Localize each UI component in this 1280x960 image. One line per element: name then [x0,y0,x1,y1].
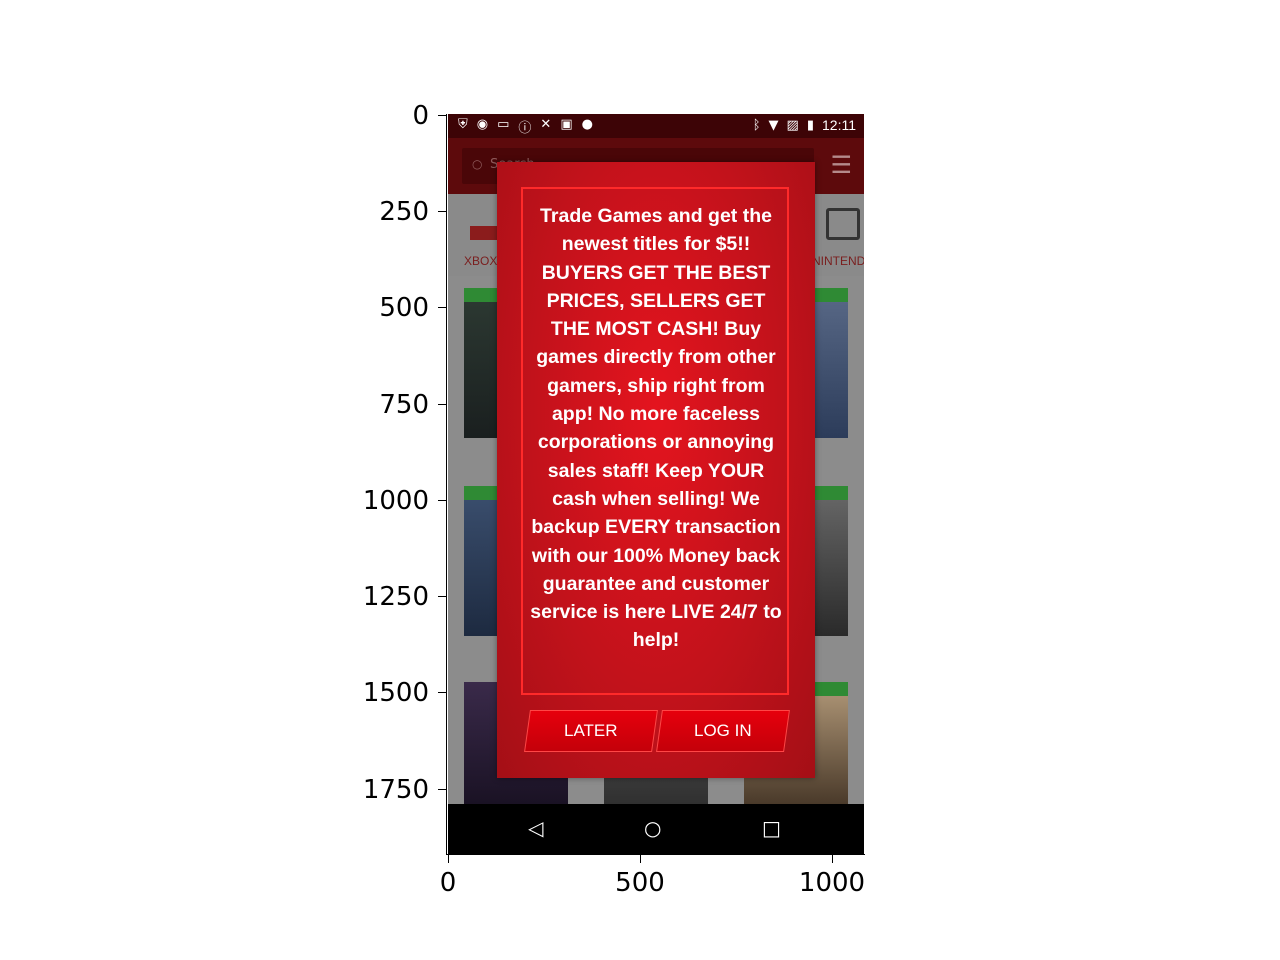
x-tick [832,855,833,863]
x-axis-line [446,854,865,855]
back-triangle-icon[interactable]: ◁ [528,814,543,842]
y-tick-label: 750 [379,390,429,420]
status-time: 12:11 [822,117,856,133]
xbox-category-icon[interactable] [470,226,500,240]
y-tick-label: 1500 [362,678,429,708]
search-icon: ○ [472,157,483,171]
category-nintendo[interactable]: NINTENDO [812,254,864,268]
navigation-bar: ◁ ○ □ [448,804,864,854]
y-tick [438,500,446,501]
home-circle-icon[interactable]: ○ [644,814,661,842]
x-tick [640,855,641,863]
y-tick-label: 500 [379,293,429,323]
y-tick [438,789,446,790]
android-icon: ● [581,117,593,132]
hamburger-icon[interactable]: ☰ [830,152,852,178]
alert-icon: ⓘ [518,121,532,136]
y-axis-line [446,114,447,855]
gamepad-icon: ◉ [476,117,489,132]
category-xbox[interactable]: XBOX [464,254,497,268]
bluetooth-icon: ᛒ [752,117,761,133]
y-tick-label: 250 [379,197,429,227]
later-button[interactable]: LATER [524,710,658,752]
y-tick-label: 1000 [362,486,429,516]
y-tick [438,307,446,308]
wifi-icon: ▼ [768,117,779,133]
login-button[interactable]: LOG IN [656,710,790,752]
later-button-label: LATER [564,721,618,740]
y-tick-label: 1250 [362,582,429,612]
no-sim-icon: ▨ [786,117,799,133]
x-tick-label: 1000 [798,868,866,898]
y-tick [438,692,446,693]
recents-square-icon[interactable]: □ [762,814,781,842]
y-tick [438,596,446,597]
x-tick-label: 0 [439,868,457,898]
y-tick [438,211,446,212]
y-tick-label: 1750 [362,775,429,805]
shield-icon: ⛨ [458,117,468,132]
x-tick-label: 500 [615,868,665,898]
nintendo-category-icon[interactable] [826,208,860,240]
phone-screen: ⛨ ◉ ▭ ⓘ ✕ ▣ ● ᛒ ▼ ▨ ▮ 12:11 ○ Search ☰ X… [448,114,864,854]
y-tick-label: 0 [412,101,429,131]
y-tick [438,115,446,116]
card-icon: ▭ [497,117,510,132]
dialog-message: Trade Games and get the newest titles fo… [530,205,782,652]
status-bar: ⛨ ◉ ▭ ⓘ ✕ ▣ ● ᛒ ▼ ▨ ▮ 12:11 [448,114,864,138]
promo-dialog: Trade Games and get the newest titles fo… [497,162,815,778]
x-tick [448,855,449,863]
lock-icon: ▣ [560,117,573,132]
login-button-label: LOG IN [694,721,752,740]
tools-icon: ✕ [540,117,552,132]
battery-icon: ▮ [806,117,814,133]
y-tick [438,404,446,405]
